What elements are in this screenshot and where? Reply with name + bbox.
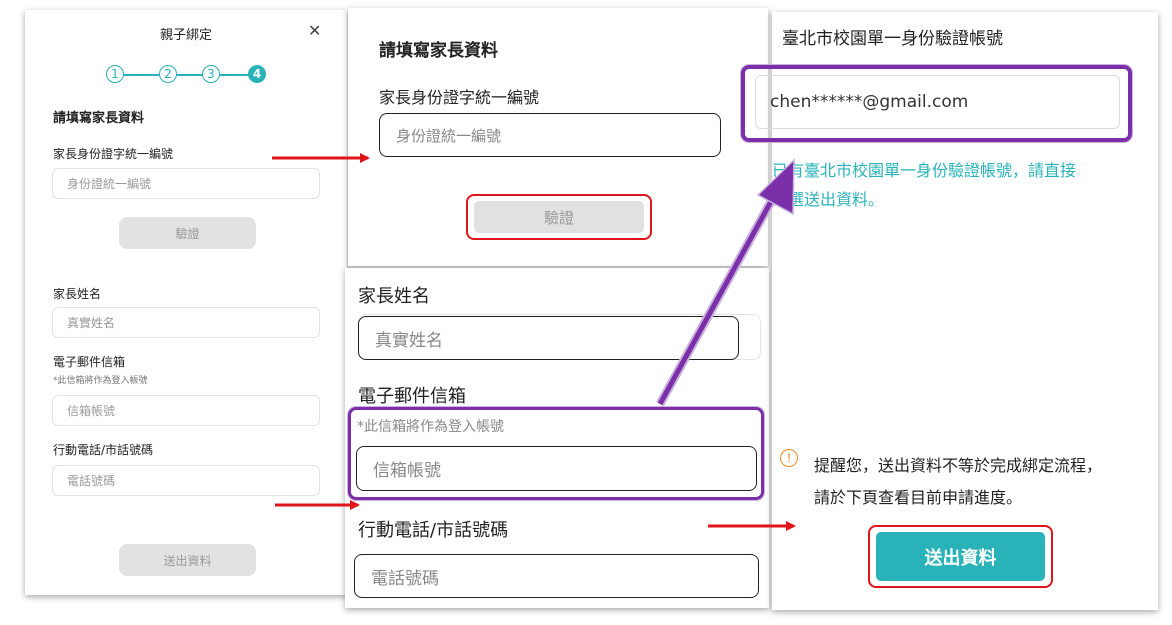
account-label: 臺北市校園單一身份驗證帳號 (782, 29, 1003, 49)
zoom-name-input[interactable]: 真實姓名 (358, 316, 739, 360)
zoom-phone-input[interactable]: 電話號碼 (354, 554, 759, 598)
zoom-id-input[interactable]: 身份證統一編號 (379, 113, 721, 157)
zoom-section-title: 請填寫家長資料 (379, 41, 498, 61)
zoom-email-note: *此信箱將作為登入帳號 (357, 419, 504, 435)
step-1: 1 (106, 65, 124, 83)
account-hint-line1: 已有臺北市校園單一身份驗證帳號，請直接 (772, 161, 1077, 180)
phone-label: 行動電話/市話號碼 (53, 443, 154, 457)
name-input[interactable]: 真實姓名 (52, 307, 320, 338)
reminder-line1: 提醒您，送出資料不等於完成綁定流程， (814, 456, 1103, 475)
step-4: 4 (248, 65, 266, 83)
zoom-phone-label: 行動電話/市話號碼 (358, 520, 509, 541)
step-3: 3 (202, 65, 220, 83)
account-input: chen******@gmail.com (755, 75, 1120, 129)
zoom-contact-panel: 家長姓名 真實姓名 電子郵件信箱 *此信箱將作為登入帳號 信箱帳號 行動電話/市… (345, 268, 769, 608)
submit-button[interactable]: 送出資料 (119, 544, 256, 576)
email-input[interactable]: 信箱帳號 (52, 395, 320, 426)
verify-button[interactable]: 驗證 (119, 217, 256, 249)
step-2: 2 (159, 65, 177, 83)
id-input[interactable]: 身份證統一編號 (52, 168, 320, 199)
section-title: 請填寫家長資料 (53, 111, 145, 126)
close-icon[interactable]: ✕ (308, 21, 321, 40)
big-submit-button[interactable]: 送出資料 (876, 532, 1045, 581)
account-value: chen******@gmail.com (770, 92, 969, 112)
id-label: 家長身份證字統一編號 (53, 147, 174, 161)
zoom-name-label: 家長姓名 (358, 286, 430, 307)
zoom-email-input[interactable]: 信箱帳號 (356, 446, 757, 491)
step-connector (124, 74, 248, 76)
email-label: 電子郵件信箱 (53, 355, 126, 369)
zoom-id-panel: 請填寫家長資料 家長身份證字統一編號 身份證統一編號 驗證 (348, 8, 768, 266)
name-label: 家長姓名 (53, 287, 102, 301)
reminder-line2: 請於下頁查看目前申請進度。 (814, 488, 1023, 507)
zoom-verify-label: 驗證 (474, 201, 644, 233)
account-hint-line2: 點選送出資料。 (772, 190, 885, 209)
zoom-submit-panel: 臺北市校園單一身份驗證帳號 chen******@gmail.com 已有臺北市… (741, 12, 1158, 610)
zoom-verify-button[interactable]: 驗證 (466, 194, 652, 240)
submit-highlight-box[interactable]: 送出資料 (868, 525, 1053, 588)
email-note: *此信箱將作為登入帳號 (53, 376, 148, 386)
warning-icon: ! (780, 449, 798, 467)
dialog-title: 親子綁定 (159, 28, 212, 43)
binding-form-panel: 親子綁定 ✕ 1 2 3 4 請填寫家長資料 家長身份證字統一編號 身份證統一編… (25, 10, 347, 595)
zoom-id-label: 家長身份證字統一編號 (379, 88, 540, 107)
phone-input[interactable]: 電話號碼 (52, 465, 320, 496)
zoom-email-label: 電子郵件信箱 (358, 386, 466, 407)
